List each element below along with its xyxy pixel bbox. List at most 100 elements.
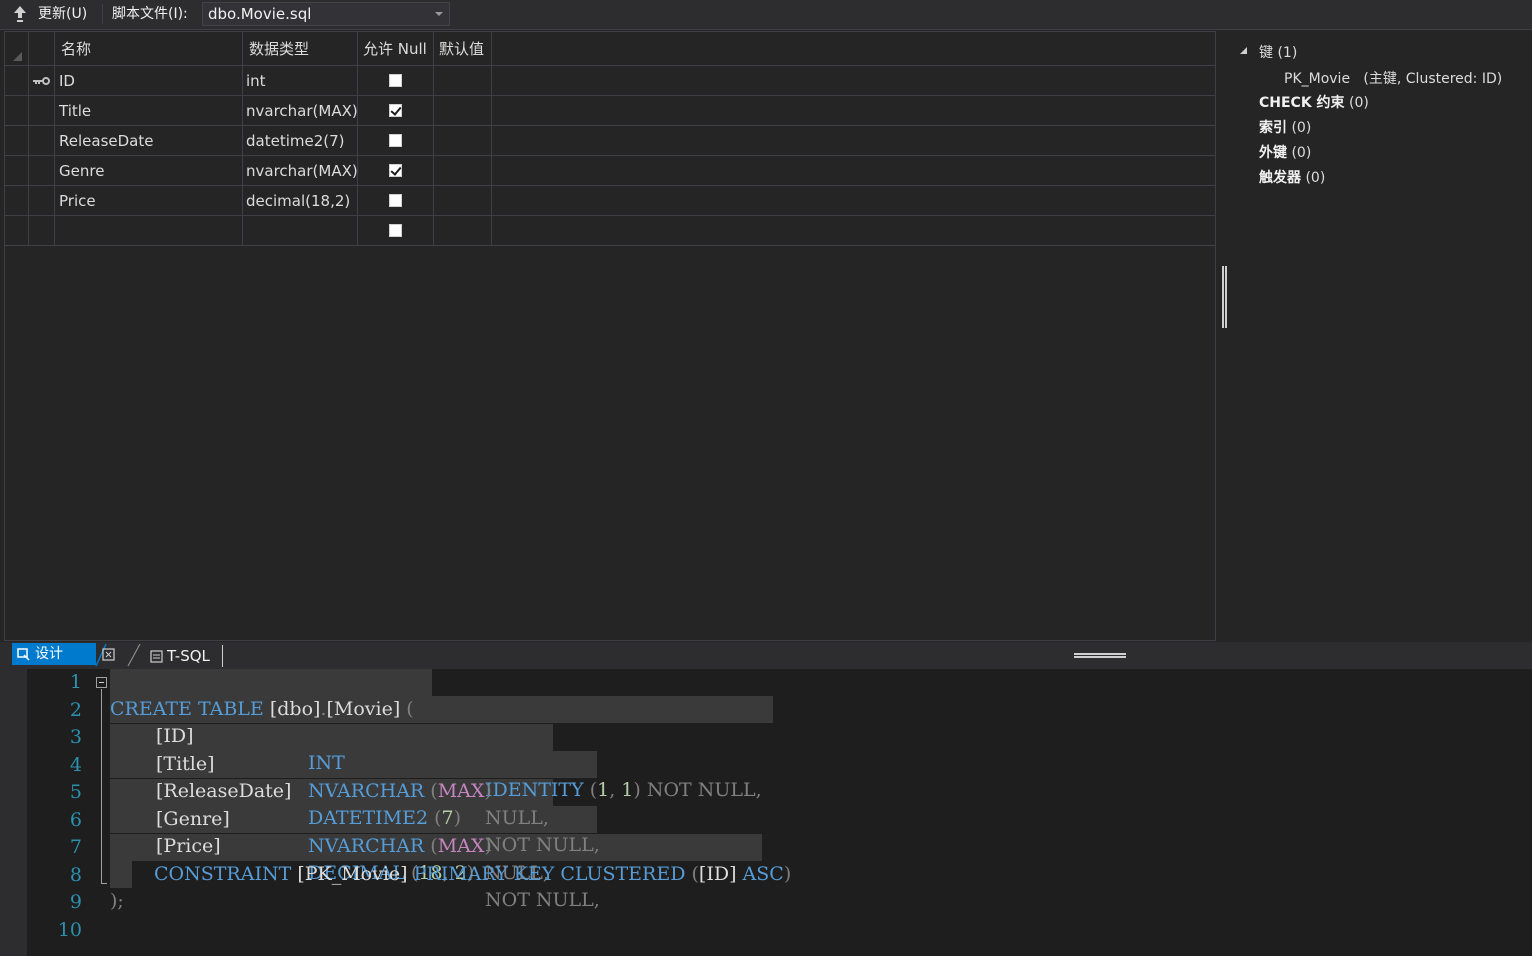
check-label: CHECK 约束 — [1259, 95, 1345, 111]
check-node[interactable]: CHECK 约束 (0) — [1259, 92, 1369, 112]
row-key-cell[interactable] — [29, 66, 55, 96]
row-filler — [492, 66, 1215, 96]
row-selector[interactable] — [5, 126, 29, 156]
allow-null-cell[interactable] — [358, 96, 434, 126]
fk-count: (0) — [1291, 145, 1312, 161]
type-datetime2: DATETIME2 — [308, 807, 429, 829]
default-value-cell[interactable] — [434, 186, 492, 216]
code-line-1: CREATE TABLE [dbo].[Movie] ( — [0, 669, 414, 720]
col-ref: [ID] — [698, 863, 737, 885]
row-selector[interactable] — [5, 156, 29, 186]
index-count: (0) — [1291, 120, 1312, 136]
fk-node[interactable]: 外键 (0) — [1259, 142, 1311, 162]
line-number: 7 — [69, 836, 82, 858]
update-button[interactable]: 更新(U) — [38, 0, 87, 29]
allow-null-checkbox[interactable] — [389, 104, 402, 117]
pk-detail: (主键, Clustered: ID) — [1363, 71, 1503, 87]
row-selector[interactable] — [5, 96, 29, 126]
script-file-select[interactable]: dbo.Movie.sql — [202, 2, 450, 26]
column-type-cell[interactable]: nvarchar(MAX) — [243, 96, 358, 126]
tab-design-label: 设计 — [35, 646, 63, 662]
expand-triangle-icon[interactable] — [1240, 47, 1248, 55]
allow-null-cell[interactable] — [358, 66, 434, 96]
type-nvarchar: NVARCHAR — [308, 780, 425, 802]
row-key-cell[interactable] — [29, 156, 55, 186]
row-filler — [492, 96, 1215, 126]
num: 7 — [441, 807, 454, 829]
allow-null-checkbox[interactable] — [389, 164, 402, 177]
pk-node[interactable]: PK_Movie (主键, Clustered: ID) — [1284, 68, 1502, 88]
allow-null-checkbox[interactable] — [389, 134, 402, 147]
sql-editor[interactable]: 1 2 3 4 5 6 7 8 9 10 CREATE TABLE [dbo].[Movie] (… — [0, 669, 1532, 956]
trigger-label: 触发器 — [1259, 170, 1301, 186]
header-type[interactable]: 数据类型 — [243, 32, 358, 66]
line-number: 6 — [69, 808, 82, 831]
num: 1 — [597, 779, 610, 801]
row-selector[interactable] — [5, 186, 29, 216]
allow-null-cell[interactable] — [358, 186, 434, 216]
primary-key-icon — [33, 77, 50, 85]
column-name-cell[interactable]: Price — [55, 186, 243, 216]
code-line-6: [Price] DECIMAL (18, 2) NOT NULL, — [0, 806, 600, 911]
selection-line-8 — [110, 861, 132, 888]
default-value-cell[interactable] — [434, 96, 492, 126]
row-key-cell[interactable] — [29, 126, 55, 156]
vertical-splitter-handle[interactable] — [1222, 266, 1227, 328]
default-value-cell[interactable] — [434, 126, 492, 156]
paren: ( — [430, 780, 438, 802]
column-name-cell[interactable]: ReleaseDate — [55, 126, 243, 156]
default-value-cell[interactable] — [434, 156, 492, 186]
header-default[interactable]: 默认值 — [434, 32, 492, 66]
index-node[interactable]: 索引 (0) — [1259, 117, 1311, 137]
default-value-cell[interactable] — [434, 216, 492, 246]
toolbar: 更新(U) 脚本文件(I): dbo.Movie.sql — [0, 0, 1532, 30]
open-paren: ( — [406, 698, 414, 720]
kw-primary-key: PRIMARY KEY CLUSTERED — [413, 863, 686, 885]
row-key-cell[interactable] — [29, 96, 55, 126]
horizontal-splitter-handle[interactable] — [1074, 653, 1126, 658]
tab-design[interactable]: 设计 — [12, 643, 96, 665]
header-allow-null[interactable]: 允许 Null — [358, 32, 434, 66]
allow-null-checkbox[interactable] — [389, 224, 402, 237]
row-selector[interactable] — [5, 66, 29, 96]
column-type-cell[interactable]: datetime2(7) — [243, 126, 358, 156]
script-file-value: dbo.Movie.sql — [208, 5, 312, 23]
row-key-cell[interactable] — [29, 216, 55, 246]
allow-null-cell[interactable] — [358, 216, 434, 246]
paren: ) — [783, 863, 792, 885]
script-file-label: 脚本文件(I): — [112, 6, 188, 22]
column-name-cell[interactable] — [55, 216, 243, 246]
code-line-8: ); — [0, 861, 124, 912]
column-name-cell[interactable]: ID — [55, 66, 243, 96]
paren: ) — [484, 835, 492, 857]
column-name-cell[interactable]: Title — [55, 96, 243, 126]
trigger-node[interactable]: 触发器 (0) — [1259, 167, 1325, 187]
col-id: [ID] — [156, 725, 194, 747]
header-name[interactable]: 名称 — [55, 32, 243, 66]
row-selector[interactable] — [5, 216, 29, 246]
chevron-down-icon[interactable] — [435, 12, 443, 16]
column-type-cell[interactable] — [243, 216, 358, 246]
row-key-cell[interactable] — [29, 186, 55, 216]
allow-null-cell[interactable] — [358, 126, 434, 156]
tab-tsql[interactable]: T-SQL — [140, 645, 223, 667]
fk-label: 外键 — [1259, 145, 1287, 161]
allow-null-cell[interactable] — [358, 156, 434, 186]
column-type-cell[interactable]: decimal(18,2) — [243, 186, 358, 216]
column-type-cell[interactable]: nvarchar(MAX) — [243, 156, 358, 186]
default-value-cell[interactable] — [434, 66, 492, 96]
swap-panes-button[interactable] — [92, 642, 142, 668]
check-count: (0) — [1349, 95, 1369, 111]
collapse-icon[interactable] — [96, 677, 107, 688]
update-icon[interactable] — [12, 0, 30, 29]
column-type-cell[interactable]: int — [243, 66, 358, 96]
paren: ( — [691, 863, 699, 885]
not-null: NOT NULL, — [646, 779, 762, 801]
allow-null-checkbox[interactable] — [389, 74, 402, 87]
allow-null-checkbox[interactable] — [389, 194, 402, 207]
grid-header-blank — [29, 32, 55, 66]
column-name-cell[interactable]: Genre — [55, 156, 243, 186]
trigger-count: (0) — [1305, 170, 1326, 186]
grid-corner[interactable] — [5, 32, 29, 66]
keys-node[interactable]: 键 (1) — [1259, 42, 1297, 62]
